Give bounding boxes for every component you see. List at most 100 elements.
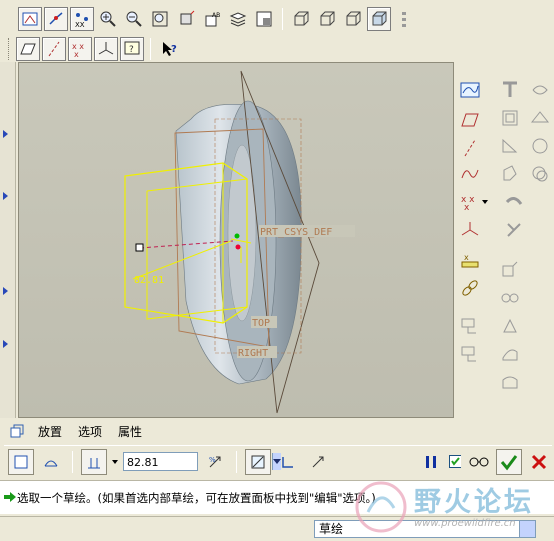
datum-point-tool-icon[interactable]: x xx [458, 190, 482, 214]
svg-text:?: ? [129, 45, 134, 55]
navigator-strip[interactable] [0, 62, 16, 418]
svg-text:?: ? [171, 44, 177, 55]
datum-curve-tool-icon[interactable] [458, 162, 482, 186]
right-plane-label[interactable]: RIGHT [238, 348, 268, 359]
feature-toolbar: x xx ? ? [4, 34, 181, 64]
context-help-icon[interactable]: ? [157, 37, 181, 61]
dashboard-separator [236, 450, 237, 473]
datum-plane-tool-icon[interactable] [458, 108, 482, 132]
chamfer-tool-icon [528, 134, 552, 158]
layers-icon[interactable] [226, 7, 250, 31]
extrude-surface-button[interactable] [38, 449, 64, 475]
csys-display-icon[interactable] [94, 37, 118, 61]
tab-properties[interactable]: 属性 [116, 422, 144, 441]
shell-tool-icon [528, 78, 552, 102]
pause-button[interactable] [418, 449, 444, 475]
axis-display-icon[interactable] [42, 37, 66, 61]
toolbar-separator [150, 38, 151, 60]
top-plane-label[interactable]: TOP [252, 318, 270, 329]
status-bar: 草绘 [0, 516, 554, 541]
sketch-tool-icon[interactable] [458, 78, 482, 102]
warp-tool-icon [498, 370, 522, 394]
toolbar-grip [8, 38, 11, 60]
drag-handle[interactable] [135, 243, 144, 252]
filter-dropdown-icon[interactable] [519, 521, 535, 537]
refit-icon[interactable] [148, 7, 172, 31]
shading-icon[interactable] [367, 7, 391, 31]
pattern-tool-icon [498, 162, 522, 186]
dashboard-separator [72, 450, 73, 473]
point-tool-dropdown-icon[interactable] [480, 190, 490, 214]
csys-tool-icon[interactable] [458, 218, 482, 242]
plane-display-icon[interactable] [16, 37, 40, 61]
chain-tool-icon[interactable] [458, 276, 482, 300]
view-manager-icon[interactable] [252, 7, 276, 31]
draft-tool-icon [528, 106, 552, 130]
toolbar-separator [282, 8, 283, 30]
saved-views-icon[interactable]: AB [200, 7, 224, 31]
verify-glasses-icon[interactable] [466, 449, 492, 475]
offset-tool-icon [498, 286, 522, 310]
expand-arrow-icon[interactable] [3, 340, 8, 348]
dashboard-collapse-icon[interactable] [10, 424, 24, 438]
zoom-in-icon[interactable] [96, 7, 120, 31]
svg-text:x: x [464, 253, 469, 262]
pro-engineer-window: XX AB x x x ? ? PRT_CSYS_DEF TOP RIGHT 8… [0, 0, 554, 541]
graphics-viewport[interactable]: PRT_CSYS_DEF TOP RIGHT 82.81 [18, 62, 454, 418]
tab-placement[interactable]: 放置 [36, 422, 64, 441]
remove-material-button[interactable] [245, 448, 271, 475]
wireframe-icon[interactable] [289, 7, 313, 31]
thicken-sketch-button[interactable] [275, 449, 301, 475]
no-hidden-icon[interactable] [341, 7, 365, 31]
extend-tool-icon [498, 258, 522, 282]
csys-label[interactable]: PRT_CSYS_DEF [260, 227, 332, 238]
direction-point [235, 244, 241, 250]
apply-button[interactable] [496, 448, 522, 475]
flip-direction-button[interactable]: % [202, 449, 228, 475]
reorient-icon[interactable] [174, 7, 198, 31]
prompt-message: 选取一个草绘。(如果首选内部草绘，可在放置面板中找到"编辑"选项。) [17, 491, 376, 505]
dashboard-tabs: 放置 选项 属性 [0, 420, 554, 442]
preview-checkbox[interactable] [448, 449, 462, 475]
message-area: 选取一个草绘。(如果首选内部草绘，可在放置面板中找到"编辑"选项。) [0, 480, 554, 514]
origin-point [234, 233, 240, 239]
cancel-button[interactable] [526, 449, 552, 475]
analysis-tool-icon[interactable]: x [458, 248, 482, 272]
expand-arrow-icon[interactable] [3, 192, 8, 200]
selection-filter-value: 草绘 [319, 522, 344, 536]
svg-text:x: x [464, 203, 470, 212]
datum-axis-tool-icon[interactable] [458, 136, 482, 160]
svg-text:x: x [74, 50, 79, 58]
hole-tool-icon [498, 78, 522, 102]
point-display-icon[interactable]: x xx [68, 37, 92, 61]
extrude-dashboard: % [4, 445, 552, 477]
expand-arrow-icon[interactable] [3, 130, 8, 138]
paste-tool-icon [458, 342, 482, 366]
mirror-tool-icon [528, 162, 552, 186]
depth-dimension-label[interactable]: 82.81 [134, 275, 164, 286]
annotation-display-icon[interactable]: ? [120, 37, 144, 61]
extrude-solid-button[interactable] [8, 448, 34, 475]
thickness-flip-button[interactable] [305, 449, 331, 475]
model-tree-icon[interactable] [393, 7, 417, 31]
trim-tool-icon [502, 218, 526, 242]
datum-feature-toolbar: x xx x [456, 72, 552, 418]
expand-arrow-icon[interactable] [3, 287, 8, 295]
view-toolbar: XX AB [14, 4, 417, 34]
depth-option-button[interactable] [81, 448, 107, 475]
solidify-tool-icon [498, 342, 522, 366]
selection-filter[interactable]: 草绘 [314, 520, 536, 538]
datum-points-toggle-icon[interactable]: XX [70, 7, 94, 31]
tab-options[interactable]: 选项 [76, 422, 104, 441]
datum-planes-toggle-icon[interactable] [18, 7, 42, 31]
depth-value-combo[interactable] [123, 452, 281, 471]
svg-text:%: % [209, 456, 216, 464]
model-scene[interactable]: PRT_CSYS_DEF TOP RIGHT 82.81 [19, 63, 454, 418]
zoom-out-icon[interactable] [122, 7, 146, 31]
datum-axes-toggle-icon[interactable] [44, 7, 68, 31]
svg-text:XX: XX [75, 21, 85, 28]
rib-tool-icon [498, 106, 522, 130]
hidden-line-icon[interactable] [315, 7, 339, 31]
depth-option-dropdown-icon[interactable] [111, 455, 119, 469]
svg-text:AB: AB [212, 12, 220, 19]
